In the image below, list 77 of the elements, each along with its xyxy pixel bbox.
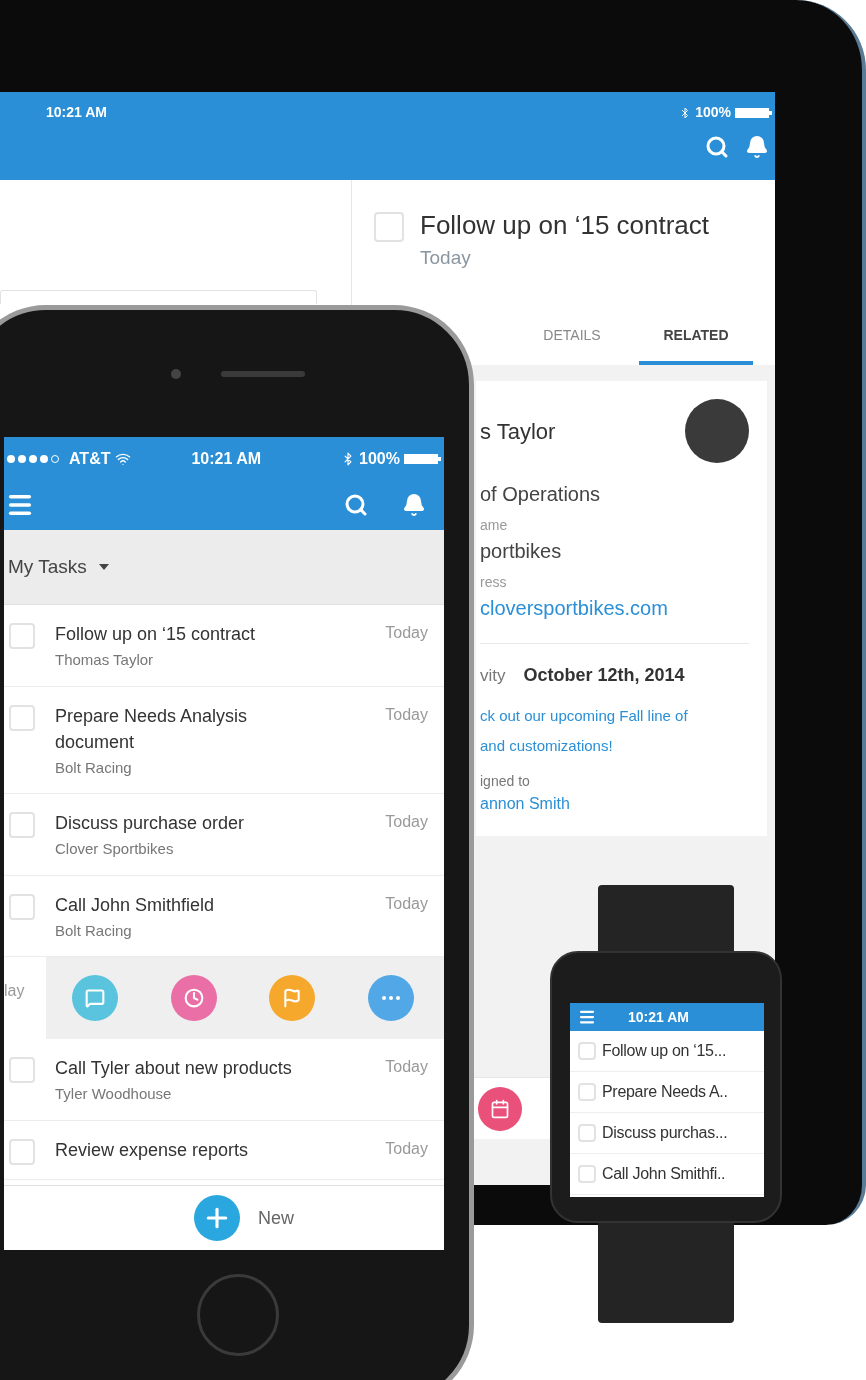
- task-due: Today: [420, 246, 472, 270]
- search-icon[interactable]: [705, 135, 729, 159]
- checkbox[interactable]: [578, 1042, 596, 1060]
- list-dropdown[interactable]: My Tasks: [8, 552, 109, 582]
- bell-icon[interactable]: [402, 493, 426, 517]
- field-label: ress: [480, 572, 508, 592]
- status-time: 10:21 AM: [46, 103, 107, 122]
- tab[interactable]: RELATED: [639, 310, 753, 365]
- task-title: Prepare Needs A..: [602, 1082, 728, 1102]
- battery-icon: [735, 106, 773, 119]
- task-due: lay: [4, 982, 25, 999]
- task-due: Today: [385, 1138, 428, 1159]
- task-title: Follow up on ‘15...: [602, 1041, 727, 1061]
- status-time: 10:21 AM: [191, 448, 262, 469]
- checkbox[interactable]: [9, 704, 35, 731]
- contact-role: of Operations: [480, 481, 602, 507]
- search-icon[interactable]: [344, 493, 368, 517]
- task-title: Follow up on ‘15 contract: [420, 209, 710, 242]
- menu-icon[interactable]: [578, 1008, 596, 1026]
- website-link[interactable]: cloversportbikes.com: [480, 592, 749, 623]
- task-subtitle: Thomas Taylor: [55, 650, 155, 670]
- contact-name: s Taylor: [480, 417, 556, 446]
- action-button[interactable]: [269, 975, 316, 1021]
- activity-date: October 12th, 2014: [523, 663, 685, 687]
- comment-icon: [85, 988, 106, 1008]
- activity-message[interactable]: ck out our upcoming Fall line of: [480, 700, 749, 731]
- more-icon: [381, 996, 400, 1000]
- battery-level: 100%: [695, 103, 731, 122]
- task-title: Call John Smithfield: [55, 893, 216, 917]
- task-title: Discuss purchase order: [55, 812, 246, 835]
- clock-icon: [183, 988, 204, 1008]
- caret-icon: [98, 564, 109, 570]
- task-title: Prepare Needs Analysis document: [55, 704, 249, 754]
- task-subtitle: Bolt Racing: [55, 920, 133, 941]
- task-title: Follow up on ‘15 contract: [55, 623, 257, 646]
- action-button[interactable]: [170, 975, 217, 1021]
- task-due: Today: [385, 812, 428, 832]
- task-subtitle: Clover Sportbikes: [55, 839, 175, 859]
- carrier-name: AT&T: [69, 448, 111, 469]
- action-button[interactable]: [72, 975, 119, 1021]
- status-time: 10:21 AM: [628, 1007, 689, 1027]
- checkbox[interactable]: [9, 1138, 35, 1165]
- task-subtitle: Bolt Racing: [55, 757, 133, 778]
- task-due: Today: [385, 893, 428, 914]
- calendar-button[interactable]: [478, 1086, 522, 1131]
- task-title: Call Tyler about new products: [55, 1057, 293, 1080]
- calendar-icon: [490, 1098, 510, 1119]
- flag-icon: [282, 988, 303, 1008]
- checkbox[interactable]: [9, 893, 35, 920]
- activity-message[interactable]: and customizations!: [480, 730, 749, 761]
- field-label: vity: [480, 664, 506, 687]
- checkbox[interactable]: [9, 1057, 35, 1083]
- home-button[interactable]: [196, 1274, 279, 1356]
- checkbox[interactable]: [9, 812, 35, 838]
- task-title: Call John Smithfi..: [602, 1164, 726, 1184]
- task-title: Discuss purchas...: [602, 1123, 728, 1143]
- task-due: Today: [385, 623, 428, 643]
- field-label: igned to: [480, 771, 531, 791]
- task-subtitle: Tyler Woodhouse: [55, 1084, 173, 1104]
- assignee-link[interactable]: annon Smith: [480, 791, 749, 816]
- tab[interactable]: DETAILS: [515, 310, 629, 365]
- checkbox[interactable]: [578, 1124, 596, 1142]
- checkbox[interactable]: [9, 623, 35, 649]
- battery-icon: [404, 452, 442, 465]
- checkbox[interactable]: [374, 212, 404, 242]
- field-value: portbikes: [480, 538, 563, 564]
- task-due: Today: [385, 1057, 428, 1077]
- camera-icon: [170, 368, 181, 379]
- bell-icon[interactable]: [745, 135, 769, 159]
- task-due: Today: [385, 704, 428, 725]
- action-button[interactable]: [367, 975, 414, 1021]
- field-label: ame: [480, 515, 509, 535]
- battery-level: 100%: [359, 448, 400, 469]
- checkbox[interactable]: [578, 1165, 596, 1183]
- new-button[interactable]: New: [194, 1195, 294, 1241]
- checkbox[interactable]: [578, 1083, 596, 1101]
- task-title: Review expense reports: [55, 1138, 250, 1162]
